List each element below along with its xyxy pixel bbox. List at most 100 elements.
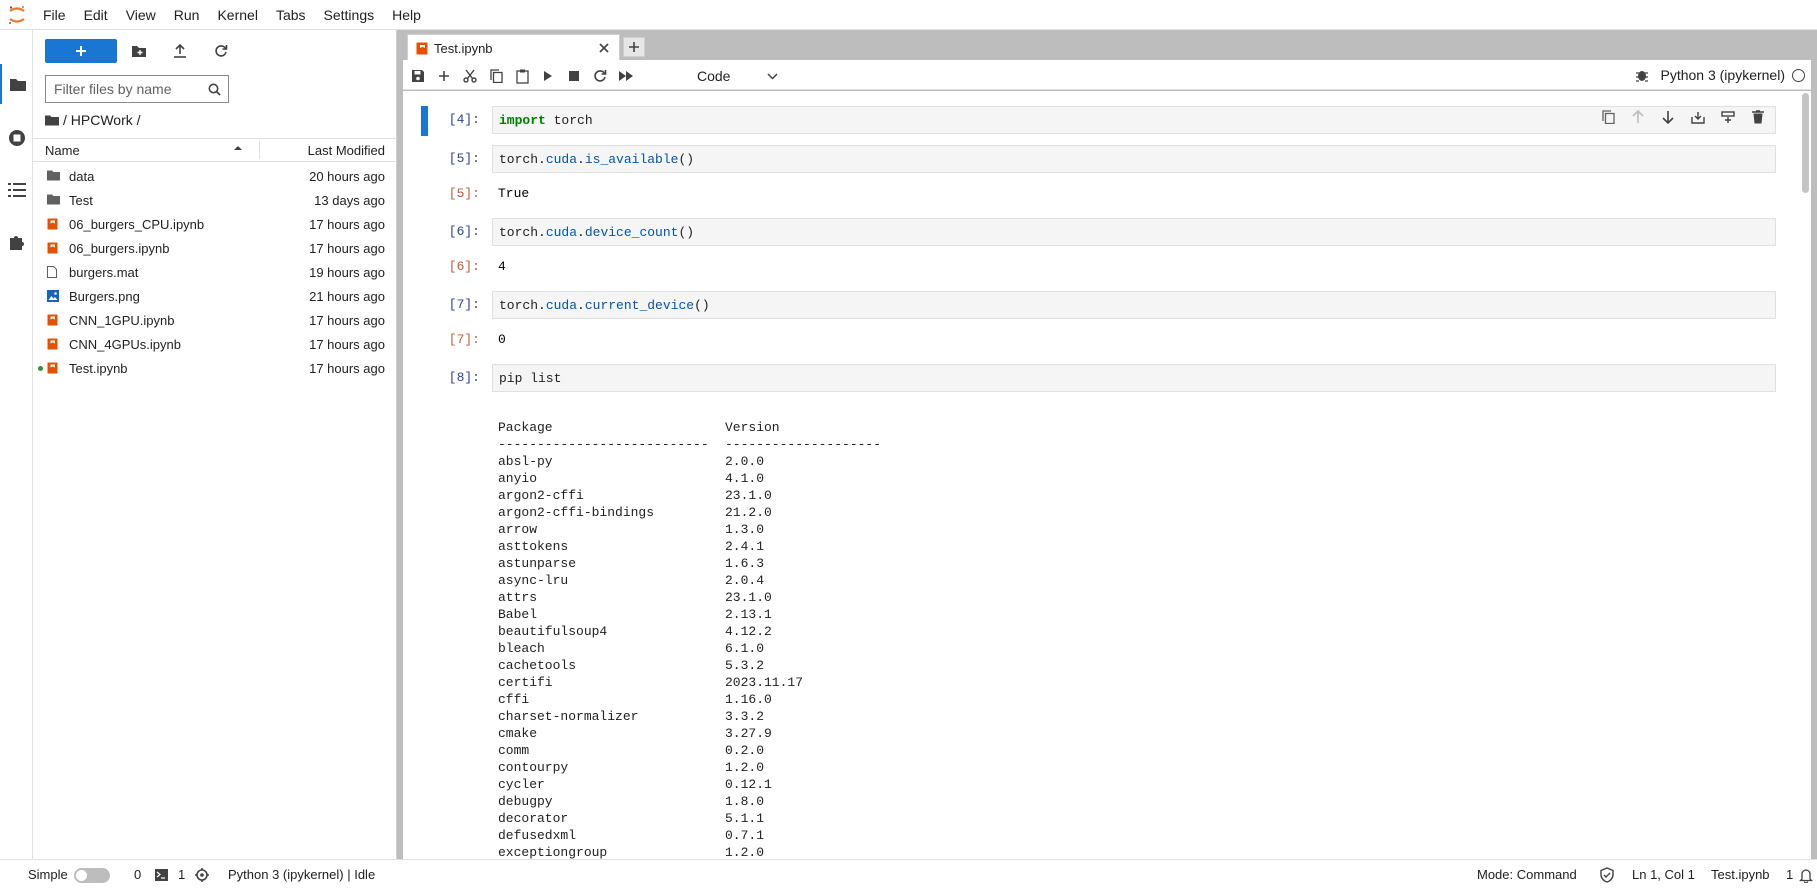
interrupt-kernel-button[interactable] xyxy=(564,66,584,86)
menu-edit[interactable]: Edit xyxy=(75,0,117,30)
file-modified: 17 hours ago xyxy=(309,241,385,256)
kernel-name-button[interactable]: Python 3 (ipykernel) xyxy=(1660,67,1785,83)
pip-header-version: Version xyxy=(725,420,780,435)
column-divider[interactable] xyxy=(259,141,260,159)
new-tab-button[interactable] xyxy=(623,37,645,57)
code-text: torch. xyxy=(499,225,546,240)
menu-tabs[interactable]: Tabs xyxy=(267,0,315,30)
terminals-count[interactable]: 0 xyxy=(134,867,141,882)
new-folder-button[interactable] xyxy=(128,40,150,62)
code-cell-input[interactable]: torch.cuda.is_available() xyxy=(492,145,1776,173)
file-row[interactable]: CNN_4GPUs.ipynb 17 hours ago xyxy=(33,332,397,356)
menu-view[interactable]: View xyxy=(117,0,165,30)
file-row[interactable]: 06_burgers_CPU.ipynb 17 hours ago xyxy=(33,212,397,236)
cell-type-select[interactable]: Code xyxy=(693,66,778,86)
restart-run-all-button[interactable] xyxy=(616,66,636,86)
scrollbar-thumb[interactable] xyxy=(1802,93,1809,193)
file-row[interactable]: data 20 hours ago xyxy=(33,164,397,188)
delete-cell-button[interactable] xyxy=(1743,107,1773,127)
code-text: torch. xyxy=(499,152,546,167)
rail-toc[interactable] xyxy=(0,170,33,210)
menu-help[interactable]: Help xyxy=(383,0,430,30)
bell-icon[interactable] xyxy=(1799,868,1813,883)
gear-icon[interactable] xyxy=(195,868,209,882)
save-button[interactable] xyxy=(408,66,428,86)
notification-count[interactable]: 1 xyxy=(1786,867,1793,882)
menu-settings[interactable]: Settings xyxy=(315,0,384,30)
breadcrumb-path[interactable]: / HPCWork / xyxy=(63,112,141,128)
pip-package-name: arrow xyxy=(498,522,538,537)
file-list: data 20 hours ago Test 13 days ago 06_burger… xyxy=(33,164,397,380)
insert-cell-button[interactable] xyxy=(434,66,454,86)
pip-package-row: bleach 6.1.0 xyxy=(498,640,881,657)
menu-run[interactable]: Run xyxy=(165,0,209,30)
menu-file[interactable]: File xyxy=(34,0,75,30)
folder-icon xyxy=(47,194,60,206)
bug-icon[interactable] xyxy=(1635,68,1649,82)
pip-package-name: decorator xyxy=(498,811,569,826)
simple-mode-toggle[interactable] xyxy=(74,868,110,883)
close-icon[interactable] xyxy=(597,41,611,55)
pip-package-name: cffi xyxy=(498,692,530,707)
upload-icon xyxy=(174,44,186,58)
file-name: data xyxy=(69,169,95,184)
run-cell-button[interactable] xyxy=(538,66,558,86)
code-cell-input[interactable]: torch.cuda.current_device() xyxy=(492,291,1776,319)
notebook-scrollbar[interactable] xyxy=(1799,91,1811,859)
insert-below-icon xyxy=(1721,110,1735,123)
column-modified-header[interactable]: Last Modified xyxy=(308,143,385,158)
pip-package-name: debugpy xyxy=(498,794,553,809)
cut-button[interactable] xyxy=(460,66,480,86)
pip-package-row: cachetools 5.3.2 xyxy=(498,657,881,674)
copy-button[interactable] xyxy=(486,66,506,86)
file-row[interactable]: Test.ipynb 17 hours ago xyxy=(33,356,397,380)
rail-extensions[interactable] xyxy=(0,222,33,262)
upload-button[interactable] xyxy=(169,40,191,62)
paste-button[interactable] xyxy=(512,66,532,86)
insert-below-button[interactable] xyxy=(1713,107,1743,127)
cursor-position[interactable]: Ln 1, Col 1 xyxy=(1632,867,1695,882)
file-name: 06_burgers.ipynb xyxy=(69,241,170,256)
file-row[interactable]: 06_burgers.ipynb 17 hours ago xyxy=(33,236,397,260)
tab-test-notebook[interactable]: Test.ipynb xyxy=(407,34,620,61)
file-icon xyxy=(47,266,59,278)
file-name: CNN_4GPUs.ipynb xyxy=(69,337,181,352)
move-down-button[interactable] xyxy=(1653,107,1683,127)
file-modified: 17 hours ago xyxy=(309,313,385,328)
pip-rows: absl-py 2.0.0 anyio 4.1.0 argon2-cffi 23.1.0 a… xyxy=(498,453,881,859)
rail-running[interactable] xyxy=(0,118,33,158)
pip-package-row: contourpy 1.2.0 xyxy=(498,759,881,776)
code-cell-input[interactable]: import torch xyxy=(492,106,1776,134)
kernels-count[interactable]: 1 xyxy=(178,867,185,882)
file-row[interactable]: CNN_1GPU.ipynb 17 hours ago xyxy=(33,308,397,332)
notebook-panel: [4]: import torch [5]: torch.cuda.is_ava… xyxy=(403,91,1811,859)
pip-package-row: exceptiongroup 1.2.0 xyxy=(498,844,881,859)
pip-package-version: 1.2.0 xyxy=(725,845,765,859)
duplicate-cell-button[interactable] xyxy=(1593,107,1623,127)
restart-kernel-button[interactable] xyxy=(590,66,610,86)
folder-icon[interactable] xyxy=(45,115,59,126)
pip-package-name: comm xyxy=(498,743,530,758)
new-launcher-button[interactable] xyxy=(45,39,117,63)
kernel-status-text[interactable]: Python 3 (ipykernel) | Idle xyxy=(228,867,375,882)
file-modified: 17 hours ago xyxy=(309,361,385,376)
pip-package-row: arrow 1.3.0 xyxy=(498,521,881,538)
code-cell-input[interactable]: torch.cuda.device_count() xyxy=(492,218,1776,246)
pip-package-row: asttokens 2.4.1 xyxy=(498,538,881,555)
file-modified: 17 hours ago xyxy=(309,217,385,232)
code-cell-input[interactable]: pip list xyxy=(492,364,1776,392)
file-row[interactable]: Test 13 days ago xyxy=(33,188,397,212)
sort-ascending-icon xyxy=(233,143,243,153)
file-row[interactable]: burgers.mat 19 hours ago xyxy=(33,260,397,284)
file-row[interactable]: Burgers.png 21 hours ago xyxy=(33,284,397,308)
move-up-button[interactable] xyxy=(1623,107,1653,127)
shield-check-icon[interactable] xyxy=(1600,867,1614,883)
rail-file-browser[interactable] xyxy=(0,64,33,104)
menu-kernel[interactable]: Kernel xyxy=(208,0,266,30)
pip-package-version: 5.1.1 xyxy=(725,811,765,826)
code-attr: current_device xyxy=(584,298,695,313)
column-name-header[interactable]: Name xyxy=(45,143,80,158)
insert-above-button[interactable] xyxy=(1683,107,1713,127)
file-filter-input[interactable] xyxy=(46,77,196,101)
refresh-button[interactable] xyxy=(210,40,232,62)
